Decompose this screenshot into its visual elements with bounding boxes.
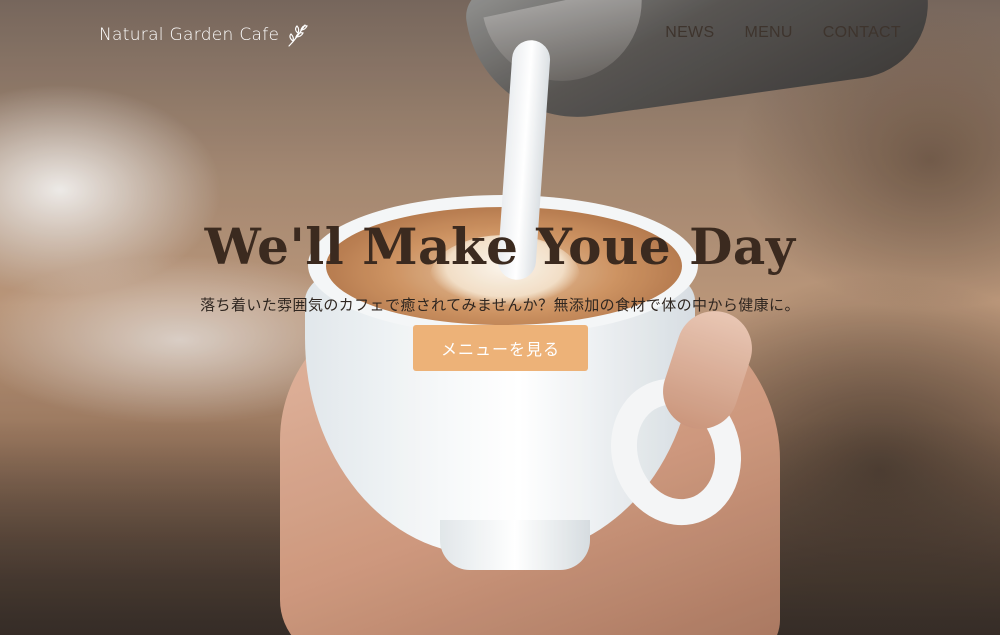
site-logo[interactable]: Natural Garden Cafe <box>99 22 309 48</box>
nav-menu[interactable]: MENU <box>744 24 792 42</box>
view-menu-button[interactable]: メニューを見る <box>413 325 588 371</box>
nav-contact[interactable]: CONTACT <box>823 24 901 42</box>
hero-subtext: 落ち着いた雰囲気のカフェで癒されてみませんか？無添加の食材で体の中から健康に。 <box>200 297 800 314</box>
logo-text: Natural Garden Cafe <box>99 25 280 45</box>
hero-headline: We'll Make Youe Day <box>204 216 796 276</box>
hero-section: Natural Garden Cafe NEWS MENU CONTACT We… <box>0 0 1000 635</box>
photo-overlay <box>0 0 1000 635</box>
site-header: Natural Garden Cafe NEWS MENU CONTACT <box>0 0 1000 70</box>
nav-news[interactable]: NEWS <box>665 24 714 42</box>
leaf-icon <box>288 24 309 47</box>
main-nav: NEWS MENU CONTACT <box>665 24 901 42</box>
